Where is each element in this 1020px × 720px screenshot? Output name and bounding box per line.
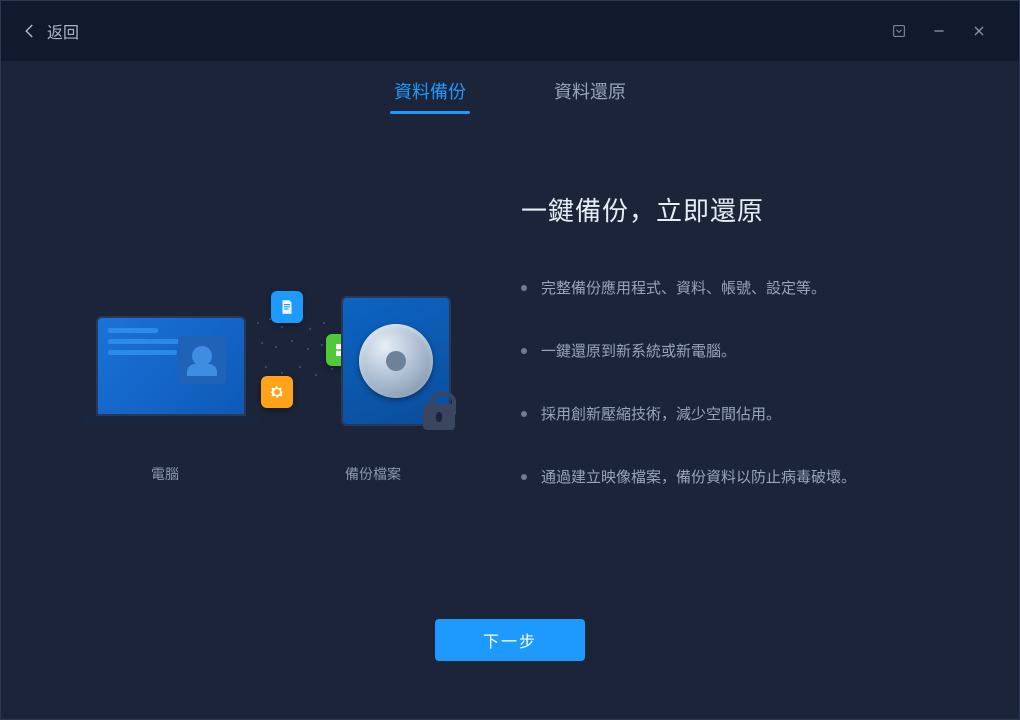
- illustration-panel: 電腦 備份檔案: [61, 181, 481, 589]
- feature-list: 完整備份應用程式、資料、帳號、設定等。 一鍵還原到新系統或新電腦。 採用創新壓縮…: [521, 278, 959, 488]
- laptop-icon: [81, 316, 261, 426]
- tab-restore[interactable]: 資料還原: [550, 62, 630, 120]
- feature-item: 通過建立映像檔案，備份資料以防止病毒破壞。: [521, 467, 959, 488]
- illustration: [71, 286, 471, 446]
- info-panel: 一鍵備份，立即還原 完整備份應用程式、資料、帳號、設定等。 一鍵還原到新系統或新…: [481, 181, 959, 589]
- tab-backup[interactable]: 資料備份: [390, 62, 470, 120]
- feature-item: 一鍵還原到新系統或新電腦。: [521, 341, 959, 362]
- minimize-button[interactable]: [919, 11, 959, 51]
- feature-item: 完整備份應用程式、資料、帳號、設定等。: [521, 278, 959, 299]
- close-button[interactable]: [959, 11, 999, 51]
- back-label: 返回: [47, 19, 79, 43]
- content: 電腦 備份檔案 一鍵備份，立即還原 完整備份應用程式、資料、帳號、設定等。 一鍵…: [1, 121, 1019, 609]
- dial-icon: [359, 324, 433, 398]
- next-button[interactable]: 下一步: [435, 619, 585, 661]
- dropdown-button[interactable]: [879, 11, 919, 51]
- lock-icon: [423, 404, 455, 430]
- feature-item: 採用創新壓縮技術，減少空間佔用。: [521, 404, 959, 425]
- gear-icon: [261, 376, 293, 408]
- label-computer: 電腦: [151, 464, 179, 484]
- footer: 下一步: [1, 609, 1019, 719]
- app-window: 返回 資料備份 資料還原: [0, 0, 1020, 720]
- titlebar: 返回: [1, 1, 1019, 61]
- headline: 一鍵備份，立即還原: [521, 191, 959, 228]
- tabs: 資料備份 資料還原: [1, 61, 1019, 121]
- document-icon: [271, 291, 303, 323]
- vault-icon: [341, 296, 451, 426]
- avatar-icon: [178, 336, 226, 384]
- label-backup-file: 備份檔案: [345, 464, 401, 484]
- arrow-left-icon: [21, 22, 39, 40]
- illustration-labels: 電腦 備份檔案: [71, 464, 471, 484]
- back-button[interactable]: 返回: [21, 19, 79, 43]
